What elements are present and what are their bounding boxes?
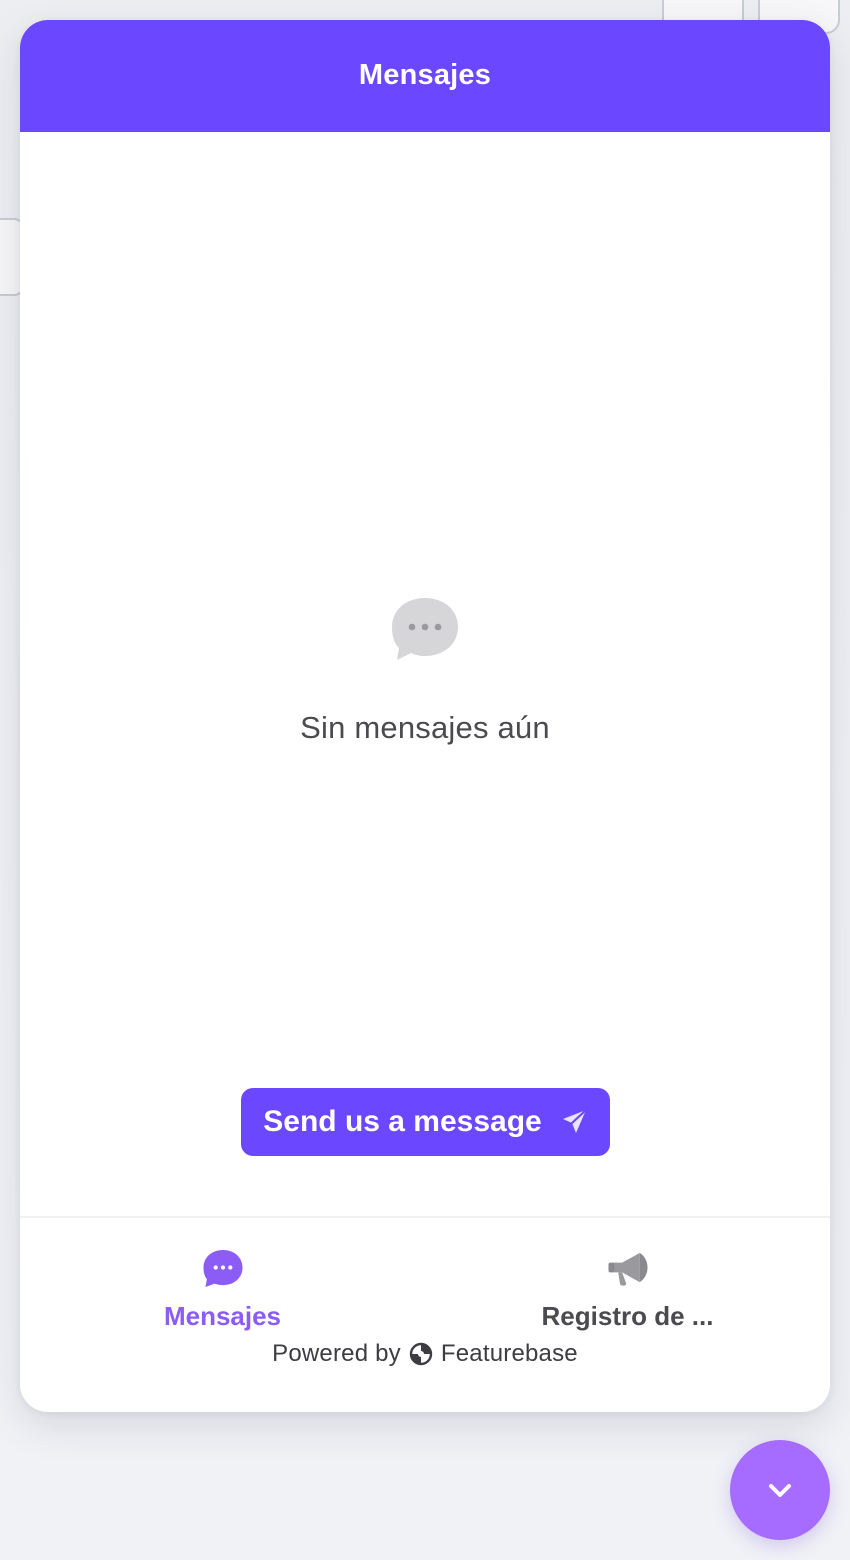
megaphone-icon bbox=[607, 1252, 648, 1286]
messenger-widget: Mensajes Sin mensajes aún Send us a mess… bbox=[20, 20, 830, 1412]
nav-item-mensajes[interactable]: Mensajes bbox=[20, 1218, 425, 1332]
nav-label-registro: Registro de ... bbox=[541, 1301, 714, 1331]
nav-item-registro[interactable]: Registro de ... bbox=[425, 1218, 830, 1332]
empty-state: Sin mensajes aún bbox=[20, 596, 830, 746]
nav-label-mensajes: Mensajes bbox=[163, 1301, 282, 1331]
widget-header: Mensajes bbox=[20, 20, 830, 132]
header-title: Mensajes bbox=[358, 58, 492, 91]
featurebase-brand: Featurebase bbox=[440, 1340, 578, 1367]
send-message-button[interactable]: Send us a message bbox=[241, 1088, 610, 1156]
chat-bubble-dots-icon bbox=[392, 598, 458, 660]
chat-bubble-dots-icon bbox=[202, 1249, 243, 1288]
powered-by[interactable]: Powered by Featurebase bbox=[20, 1340, 830, 1368]
powered-by-text: Powered by bbox=[272, 1340, 401, 1367]
widget-footer: Mensajes Registro de ... Powered by Feat… bbox=[20, 1216, 830, 1412]
featurebase-logo-icon bbox=[409, 1342, 433, 1366]
bottom-nav: Mensajes Registro de ... bbox=[20, 1218, 830, 1332]
empty-state-text: Sin mensajes aún bbox=[300, 710, 550, 745]
paper-plane-icon bbox=[562, 1108, 587, 1133]
send-message-label: Send us a message bbox=[263, 1105, 542, 1138]
launcher-button[interactable] bbox=[730, 1440, 830, 1540]
chevron-down-icon bbox=[769, 1484, 791, 1497]
